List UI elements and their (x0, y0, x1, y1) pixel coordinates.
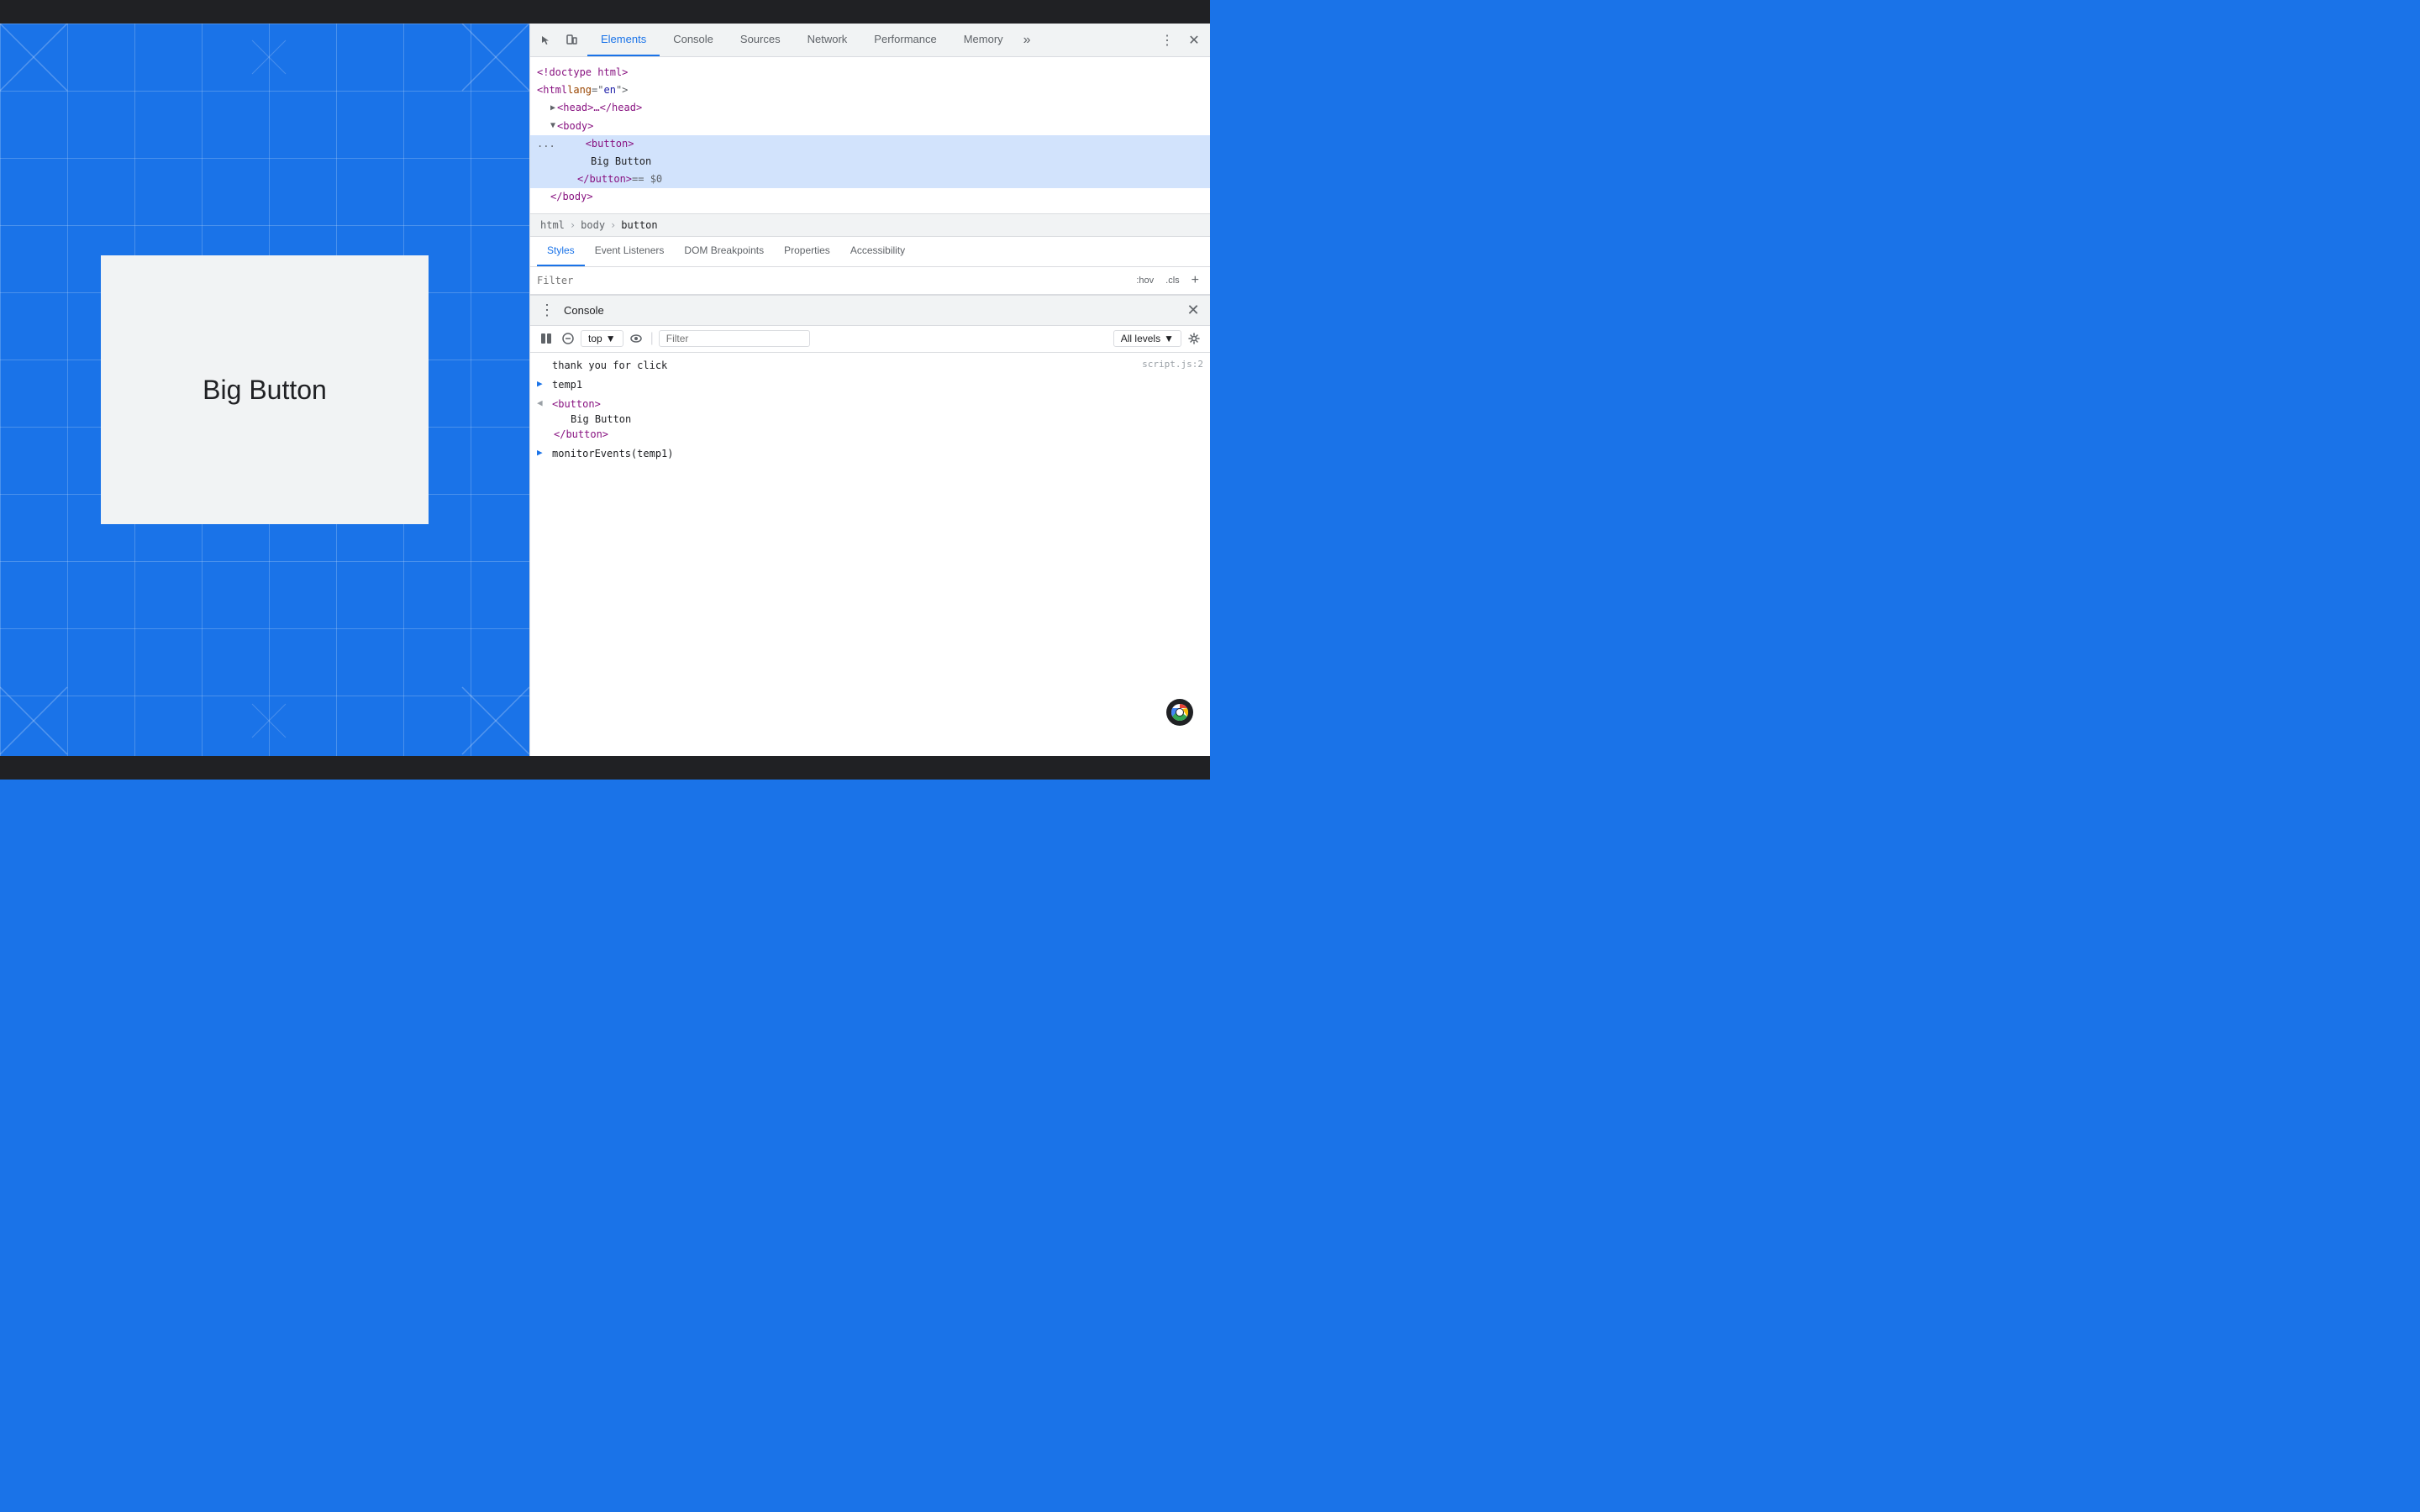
tab-sources[interactable]: Sources (727, 24, 794, 56)
console-drawer-title: Console (564, 304, 604, 317)
html-line-body[interactable]: ▼ <body> (530, 118, 1210, 135)
tab-network[interactable]: Network (794, 24, 861, 56)
tab-performance[interactable]: Performance (860, 24, 950, 56)
console-line-temp1[interactable]: ▶ temp1 (530, 375, 1210, 395)
close-devtools-button[interactable]: ✕ (1182, 29, 1206, 52)
cls-button[interactable]: .cls (1161, 273, 1184, 288)
devtools-toolbar-right: ⋮ ✕ (1155, 29, 1207, 52)
console-filter-input[interactable] (659, 330, 810, 347)
console-line-monitor-events[interactable]: ▶ monitorEvents(temp1) (530, 444, 1210, 464)
console-context-select[interactable]: top ▼ (581, 330, 623, 347)
tab-overflow-button[interactable]: » (1017, 24, 1038, 56)
panel-tab-dom-breakpoints[interactable]: DOM Breakpoints (674, 237, 774, 266)
breadcrumb-html[interactable]: html (537, 218, 568, 233)
console-link-script[interactable]: script.js:2 (1142, 358, 1203, 372)
html-line-body-close[interactable]: </body> (530, 188, 1210, 206)
console-drawer: ⋮ Console ✕ (530, 295, 1210, 757)
console-settings-button[interactable] (1185, 329, 1203, 348)
page-area: Big Button Elements (0, 24, 1210, 756)
expand-icon-temp1[interactable]: ▶ (537, 377, 547, 391)
panel-tabs: Styles Event Listeners DOM Breakpoints P… (530, 237, 1210, 267)
console-line-button-html[interactable]: ◀ <button> Big Button </button> (530, 395, 1210, 444)
html-tree: <!doctype html> <html lang="en"> ▶ <head… (530, 57, 1210, 213)
devtools-panel: Elements Console Sources Network Perform… (529, 24, 1210, 756)
panel-tab-styles[interactable]: Styles (537, 237, 585, 266)
more-options-button[interactable]: ⋮ (1155, 29, 1179, 52)
chrome-top-bar (0, 0, 1210, 24)
expand-icon-monitor[interactable]: ▶ (537, 446, 547, 460)
html-line-button-close[interactable]: </button> == $0 (530, 171, 1210, 188)
console-eye-button[interactable] (627, 329, 645, 348)
panel-tab-properties[interactable]: Properties (774, 237, 840, 266)
bottom-bar (0, 756, 1210, 780)
console-line-log[interactable]: thank you for click script.js:2 (530, 356, 1210, 375)
html-line-button-text[interactable]: Big Button (530, 153, 1210, 171)
console-execute-button[interactable] (537, 329, 555, 348)
big-button-text: Big Button (203, 375, 327, 406)
add-class-button[interactable]: + (1187, 270, 1203, 291)
devtools-tabs: Elements Console Sources Network Perform… (587, 24, 1155, 56)
panel-tab-event-listeners[interactable]: Event Listeners (585, 237, 675, 266)
breadcrumb: html › body › button (530, 213, 1210, 237)
elements-panel: <!doctype html> <html lang="en"> ▶ <head… (530, 57, 1210, 756)
html-line-html[interactable]: <html lang="en"> (530, 81, 1210, 99)
webpage-content: Big Button (0, 24, 529, 756)
back-arrow-icon[interactable]: ◀ (537, 396, 547, 411)
breadcrumb-button[interactable]: button (618, 218, 660, 233)
console-level-select[interactable]: All levels ▼ (1113, 330, 1181, 347)
tab-elements[interactable]: Elements (587, 24, 660, 56)
panel-tab-accessibility[interactable]: Accessibility (840, 237, 915, 266)
devtools-toolbar: Elements Console Sources Network Perform… (530, 24, 1210, 57)
tab-console[interactable]: Console (660, 24, 727, 56)
console-drawer-close-button[interactable]: ✕ (1183, 300, 1203, 320)
breadcrumb-body[interactable]: body (577, 218, 608, 233)
html-line-button-open[interactable]: ... <button> (530, 135, 1210, 153)
tab-memory[interactable]: Memory (950, 24, 1017, 56)
inspect-element-button[interactable] (534, 29, 558, 52)
console-output: thank you for click script.js:2 ▶ temp1 … (530, 353, 1210, 757)
filter-bar: :hov .cls + (530, 267, 1210, 295)
console-drawer-header: ⋮ Console ✕ (530, 296, 1210, 326)
html-line-head[interactable]: ▶ <head>…</head> (530, 99, 1210, 117)
html-line-doctype[interactable]: <!doctype html> (530, 64, 1210, 81)
console-clear-button[interactable] (559, 329, 577, 348)
styles-filter-input[interactable] (537, 275, 1132, 286)
device-toolbar-button[interactable] (560, 29, 583, 52)
chrome-logo (1166, 699, 1193, 726)
console-toolbar: top ▼ | All levels ▼ (530, 326, 1210, 353)
filter-actions: :hov .cls + (1132, 270, 1203, 291)
big-button[interactable]: Big Button (101, 255, 429, 524)
hov-button[interactable]: :hov (1132, 273, 1158, 288)
console-drawer-menu-button[interactable]: ⋮ (537, 300, 557, 320)
